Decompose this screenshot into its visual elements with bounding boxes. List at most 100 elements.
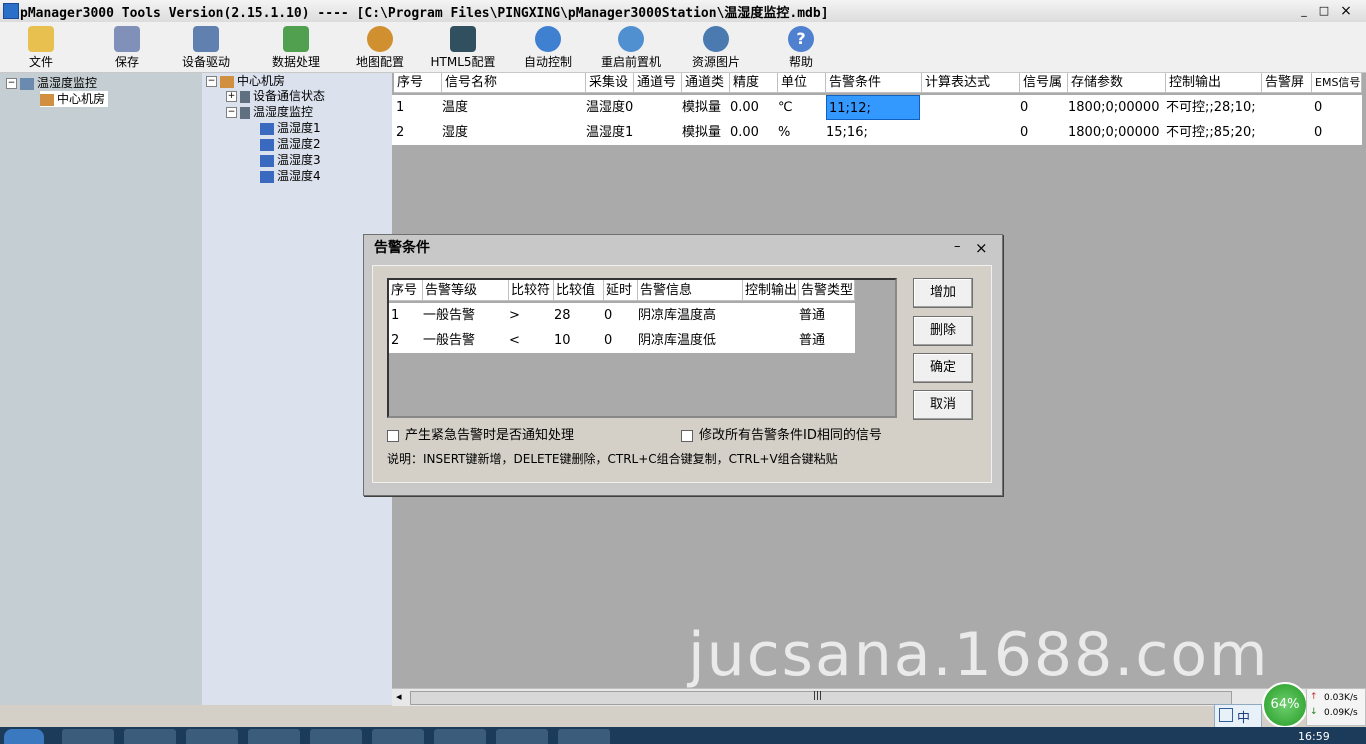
speed-ball-widget[interactable]: 64% <box>1262 682 1308 728</box>
grid-header-cell[interactable]: 信号属 <box>1020 73 1068 93</box>
clock[interactable]: 16:59 <box>1298 730 1330 743</box>
grid-cell[interactable]: 2 <box>396 120 404 145</box>
alarm-cell[interactable]: 阴凉库温度低 <box>638 328 716 353</box>
auto-control-button[interactable]: 自动控制 <box>514 22 582 72</box>
grid-cell[interactable]: 0.00 <box>730 95 759 120</box>
add-button[interactable]: 增加 <box>913 278 973 308</box>
alarm-header-cell[interactable]: 比较值 <box>554 280 604 301</box>
delete-button[interactable]: 删除 <box>913 316 973 346</box>
grid-cell[interactable]: 0 <box>1314 95 1322 120</box>
grid-cell[interactable]: 模拟量 <box>682 120 721 145</box>
alarm-header-cell[interactable]: 序号 <box>389 280 423 301</box>
table-row[interactable]: 1 一般告警 > 28 0 阴凉库温度高 普通 <box>389 303 855 328</box>
data-processing-button[interactable]: 数据处理 <box>262 22 330 72</box>
grid-header-cell[interactable]: 计算表达式 <box>922 73 1020 93</box>
collapse-icon[interactable]: − <box>6 78 17 89</box>
dialog-minimize-button[interactable]: – <box>954 239 961 254</box>
checkbox-icon[interactable] <box>681 429 693 442</box>
alarm-cell[interactable]: 0 <box>604 328 612 353</box>
alarm-cell[interactable]: 普通 <box>799 328 825 353</box>
alarm-cell[interactable]: 普通 <box>799 303 825 328</box>
grid-header-cell[interactable]: 单位 <box>778 73 826 93</box>
grid-cell[interactable]: 不可控;;85;20; <box>1166 120 1256 145</box>
help-button[interactable]: ? 帮助 <box>770 22 832 72</box>
taskbar-item[interactable] <box>496 729 548 744</box>
table-row[interactable]: 2 湿度 温湿度1 模拟量 0.00 % 15;16; 0 1800;0;000… <box>392 120 1362 145</box>
alarm-cell[interactable]: 10 <box>554 328 571 353</box>
taskbar-item[interactable] <box>124 729 176 744</box>
checkbox-icon[interactable] <box>387 429 399 442</box>
alarm-header-cell[interactable]: 告警类型 <box>799 280 855 301</box>
map-config-button[interactable]: 地图配置 <box>346 22 414 72</box>
alarm-header-cell[interactable]: 比较符 <box>509 280 554 301</box>
grid-cell[interactable]: 1 <box>396 95 404 120</box>
modify-same-id-checkbox[interactable]: 修改所有告警条件ID相同的信号 <box>681 424 882 443</box>
taskbar-item[interactable] <box>372 729 424 744</box>
alarm-header-cell[interactable]: 延时 <box>604 280 638 301</box>
maximize-button[interactable]: □ <box>1316 3 1332 19</box>
alarm-cell[interactable]: < <box>509 328 520 353</box>
cancel-button[interactable]: 取消 <box>913 390 973 420</box>
tree2-item-th-monitor[interactable]: − 温湿度监控 <box>226 104 313 120</box>
tree2-item-comm-status[interactable]: + 设备通信状态 <box>226 88 325 104</box>
grid-header-cell[interactable]: 告警条件 <box>826 73 922 93</box>
alarm-cell[interactable]: 阴凉库温度高 <box>638 303 716 328</box>
tree-node-root[interactable]: − 温湿度监控 <box>6 75 97 91</box>
grid-cell[interactable]: 温度 <box>442 95 468 120</box>
start-button[interactable] <box>4 729 44 744</box>
dialog-close-button[interactable]: × <box>975 239 988 257</box>
alarm-header-cell[interactable]: 告警等级 <box>423 280 509 301</box>
grid-cell[interactable]: 0 <box>1314 120 1322 145</box>
alarm-cell[interactable]: 一般告警 <box>423 303 475 328</box>
collapse-icon[interactable]: − <box>226 107 237 118</box>
alarm-header-cell[interactable]: 告警信息 <box>638 280 743 301</box>
grid-header-cell[interactable]: 控制输出 <box>1166 73 1262 93</box>
alarm-cell[interactable]: 0 <box>604 303 612 328</box>
grid-cell[interactable]: 1800;0;00000 <box>1068 95 1159 120</box>
notify-urgent-checkbox[interactable]: 产生紧急告警时是否通知处理 <box>387 424 574 443</box>
taskbar-item[interactable] <box>248 729 300 744</box>
taskbar-item[interactable] <box>434 729 486 744</box>
grid-cell[interactable]: 模拟量 <box>682 95 721 120</box>
grid-cell[interactable]: 0.00 <box>730 120 759 145</box>
confirm-button[interactable]: 确定 <box>913 353 973 383</box>
grid-cell[interactable]: 0 <box>1020 120 1028 145</box>
restart-frontend-button[interactable]: 重启前置机 <box>592 22 670 72</box>
grid-header-cell[interactable]: 信号名称 <box>442 73 586 93</box>
grid-cell[interactable]: 0 <box>1020 95 1028 120</box>
grid-header-cell[interactable]: 序号 <box>394 73 442 93</box>
grid-cell[interactable]: 湿度 <box>442 120 468 145</box>
tree2-subitem[interactable]: 温湿度1 <box>260 120 321 136</box>
grid-header-cell[interactable]: 通道类 <box>682 73 730 93</box>
taskbar-item[interactable] <box>62 729 114 744</box>
alarm-header-cell[interactable]: 控制输出 <box>743 280 799 301</box>
tree2-subitem[interactable]: 温湿度4 <box>260 168 321 184</box>
tree2-subitem[interactable]: 温湿度2 <box>260 136 321 152</box>
alarm-cell[interactable]: 28 <box>554 303 571 328</box>
grid-header-cell[interactable]: 告警屏 <box>1262 73 1312 93</box>
grid-header-cell[interactable]: EMS信号 <box>1312 73 1362 93</box>
taskbar-item[interactable] <box>186 729 238 744</box>
grid-header-cell[interactable]: 精度 <box>730 73 778 93</box>
file-button[interactable]: 文件 <box>10 22 72 72</box>
grid-cell[interactable]: 温湿度1 <box>586 120 633 145</box>
table-row[interactable]: 1 温度 温湿度0 模拟量 0.00 ℃ 11;12; 0 1800;0;000… <box>392 95 1362 120</box>
grid-header-cell[interactable]: 采集设 <box>586 73 634 93</box>
tree2-root[interactable]: − 中心机房 <box>206 73 285 89</box>
tree-node-center-room[interactable]: 中心机房 <box>40 91 109 107</box>
tree2-subitem[interactable]: 温湿度3 <box>260 152 321 168</box>
alarm-cell[interactable]: 1 <box>391 303 399 328</box>
scroll-left-icon[interactable]: ◂ <box>396 690 402 703</box>
resource-image-button[interactable]: 资源图片 <box>682 22 750 72</box>
close-button[interactable]: × <box>1338 3 1354 19</box>
scroll-thumb[interactable]: ||| <box>410 691 1232 705</box>
taskbar-item[interactable] <box>558 729 610 744</box>
minimize-button[interactable]: _ <box>1296 3 1312 19</box>
grid-cell[interactable]: 温湿度0 <box>586 95 633 120</box>
alarm-cell[interactable]: 2 <box>391 328 399 353</box>
alarm-cell[interactable]: 一般告警 <box>423 328 475 353</box>
grid-cell[interactable]: 不可控;;28;10; <box>1166 95 1256 120</box>
grid-cell[interactable]: 15;16; <box>826 120 868 145</box>
ime-indicator[interactable]: 中 <box>1214 704 1262 728</box>
device-driver-button[interactable]: 设备驱动 <box>172 22 240 72</box>
